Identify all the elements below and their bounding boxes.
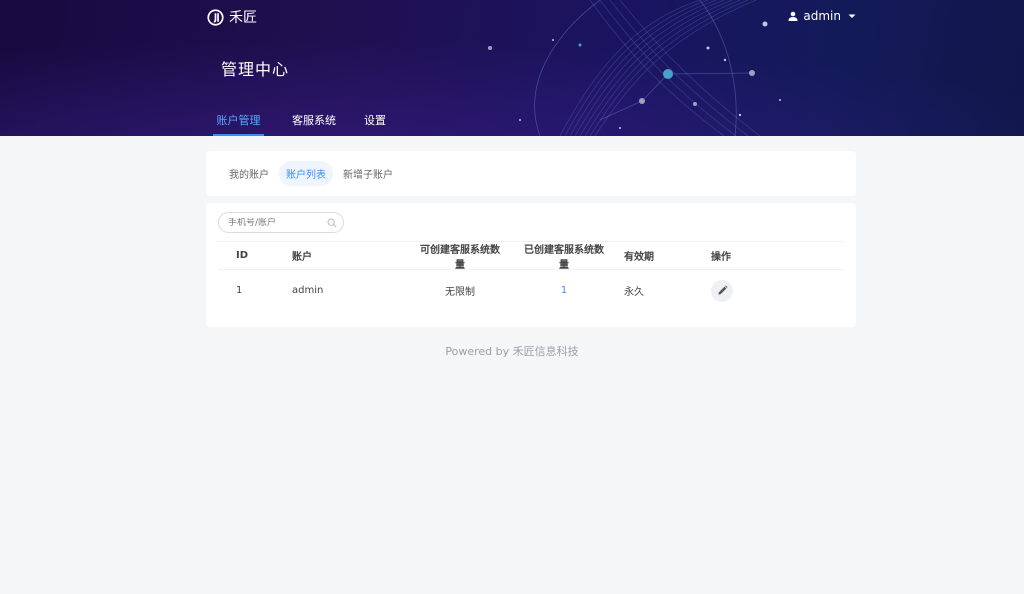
cell-account: admin: [292, 285, 324, 296]
banner-decoration: [0, 0, 1024, 136]
table-row: 1 admin 无限制 1 永久: [218, 270, 844, 311]
table-header: ID 账户 可创建客服系统数量 已创建客服系统数量 有效期 操作: [218, 241, 844, 271]
col-header-actions: 操作: [711, 252, 731, 263]
brand-logo-icon: [207, 8, 224, 26]
col-header-account: 账户: [292, 252, 312, 263]
user-icon: [788, 11, 798, 21]
edit-button[interactable]: [711, 279, 733, 302]
cell-expiry: 永久: [624, 287, 644, 298]
account-table-card: ID 账户 可创建客服系统数量 已创建客服系统数量 有效期 操作 1 admin…: [206, 203, 856, 327]
subtab-add-sub-account[interactable]: 新增子账户: [336, 161, 400, 186]
header-banner: 禾匠 admin 管理中心 账户管理 客服系统 设置: [0, 0, 1024, 136]
tab-settings[interactable]: 设置: [364, 108, 386, 136]
search-box: [218, 212, 344, 233]
cell-actions: [711, 279, 733, 302]
main-nav-tabs: 账户管理 客服系统 设置: [213, 108, 414, 136]
cell-id: 1: [236, 285, 243, 296]
subtab-my-account[interactable]: 我的账户: [222, 161, 276, 186]
cell-created-link[interactable]: 1: [523, 285, 605, 296]
caret-down-icon: [848, 14, 856, 18]
tab-account-management[interactable]: 账户管理: [213, 108, 264, 136]
col-header-id: ID: [236, 250, 249, 261]
user-menu[interactable]: admin: [788, 9, 856, 23]
subtab-account-list[interactable]: 账户列表: [279, 161, 333, 186]
col-header-can-create: 可创建客服系统数量: [420, 244, 500, 271]
brand-logo[interactable]: 禾匠: [207, 7, 257, 27]
subtabs-card: 我的账户 账户列表 新增子账户: [206, 151, 856, 196]
search-icon[interactable]: [327, 218, 337, 228]
tab-customer-service[interactable]: 客服系统: [292, 108, 336, 136]
search-input[interactable]: [228, 217, 327, 228]
brand-name: 禾匠: [229, 10, 257, 26]
subtabs: 我的账户 账户列表 新增子账户: [206, 151, 856, 196]
col-header-created: 已创建客服系统数量: [524, 244, 604, 271]
user-name: admin: [803, 9, 841, 23]
page-title: 管理中心: [221, 60, 290, 79]
col-header-expiry: 有效期: [624, 252, 654, 263]
footer-powered-by: Powered by 禾匠信息科技: [445, 345, 579, 358]
pencil-icon: [717, 285, 728, 295]
cell-can-create: 无限制: [445, 287, 475, 298]
